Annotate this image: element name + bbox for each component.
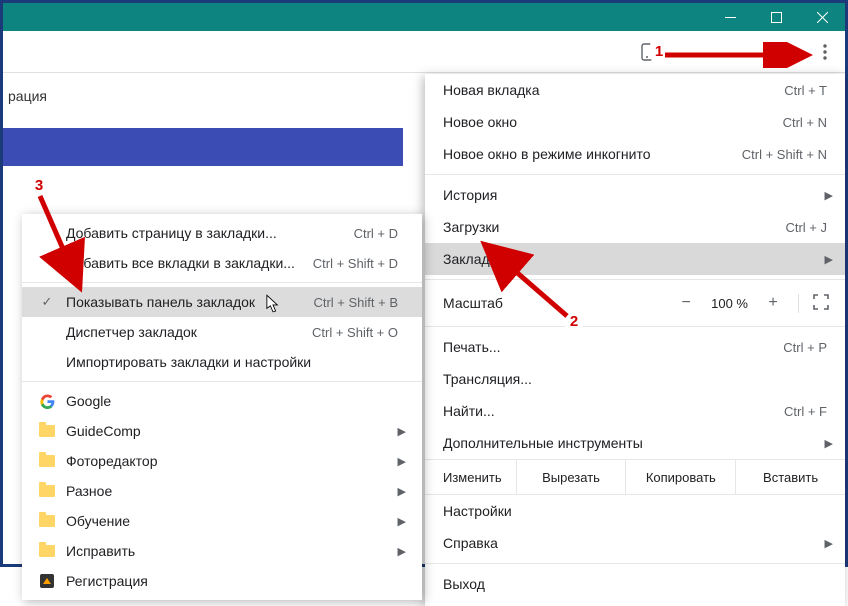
chevron-right-icon: ▶ [825,537,833,550]
menu-help[interactable]: Справка▶ [425,527,845,559]
background-text: рация [8,88,47,104]
bookmark-folder[interactable]: Обучение▶ [22,506,422,536]
window-close-button[interactable] [799,3,845,31]
menu-zoom: Масштаб − 100 % + [425,284,845,322]
main-menu: Новая вкладкаCtrl + T Новое окноCtrl + N… [425,74,845,606]
bookmark-item-google[interactable]: Google [22,386,422,416]
chevron-right-icon: ▶ [398,545,406,558]
folder-icon [38,425,56,437]
submenu-add-page[interactable]: Добавить страницу в закладки...Ctrl + D [22,218,422,248]
zoom-value: 100 % [711,296,748,311]
bookmark-folder[interactable]: GuideComp▶ [22,416,422,446]
site-icon [38,574,56,588]
bookmark-folder[interactable]: Фоторедактор▶ [22,446,422,476]
submenu-import-bookmarks[interactable]: Импортировать закладки и настройки [22,347,422,377]
menu-incognito[interactable]: Новое окно в режиме инкогнитоCtrl + Shif… [425,138,845,170]
menu-exit[interactable]: Выход [425,568,845,600]
menu-print[interactable]: Печать...Ctrl + P [425,331,845,363]
fullscreen-button[interactable] [798,294,835,313]
menu-downloads[interactable]: ЗагрузкиCtrl + J [425,211,845,243]
menu-cast[interactable]: Трансляция... [425,363,845,395]
window-maximize-button[interactable] [753,3,799,31]
background-panel [3,128,403,166]
chevron-right-icon: ▶ [398,515,406,528]
bookmarks-submenu: Добавить страницу в закладки...Ctrl + D … [22,214,422,600]
browser-toolbar [3,31,845,73]
folder-icon [38,485,56,497]
folder-icon [38,515,56,527]
zoom-in-button[interactable]: + [762,294,784,312]
menu-find[interactable]: Найти...Ctrl + F [425,395,845,427]
bookmark-item[interactable]: Регистрация [22,566,422,596]
annotation-2: 2 [565,312,583,330]
zoom-out-button[interactable]: − [675,294,697,312]
chevron-right-icon: ▶ [825,189,833,202]
menu-history[interactable]: История▶ [425,179,845,211]
edit-cut-button[interactable]: Вырезать [516,460,626,494]
menu-bookmarks[interactable]: Закладки▶ [425,243,845,275]
window-minimize-button[interactable] [707,3,753,31]
annotation-3: 3 [30,176,48,194]
google-icon [38,394,56,409]
edit-paste-button[interactable]: Вставить [735,460,845,494]
folder-icon [38,455,56,467]
menu-new-window[interactable]: Новое окноCtrl + N [425,106,845,138]
menu-new-tab[interactable]: Новая вкладкаCtrl + T [425,74,845,106]
submenu-show-bookmarks-bar[interactable]: ✓Показывать панель закладокCtrl + Shift … [22,287,422,317]
folder-icon [38,545,56,557]
chevron-right-icon: ▶ [398,455,406,468]
annotation-1: 1 [650,42,668,60]
check-icon: ✓ [38,294,56,310]
submenu-bookmark-manager[interactable]: Диспетчер закладокCtrl + Shift + O [22,317,422,347]
menu-button[interactable] [811,38,839,66]
edit-copy-button[interactable]: Копировать [625,460,735,494]
menu-more-tools[interactable]: Дополнительные инструменты▶ [425,427,845,459]
menu-edit-row: Изменить Вырезать Копировать Вставить [425,459,845,495]
chevron-right-icon: ▶ [825,437,833,450]
submenu-add-all[interactable]: Добавить все вкладки в закладки...Ctrl +… [22,248,422,278]
menu-settings[interactable]: Настройки [425,495,845,527]
window-titlebar [3,3,845,31]
bookmark-folder[interactable]: Разное▶ [22,476,422,506]
chevron-right-icon: ▶ [825,253,833,266]
bookmark-folder[interactable]: Исправить▶ [22,536,422,566]
chevron-right-icon: ▶ [398,485,406,498]
star-icon[interactable] [773,38,801,66]
chevron-right-icon: ▶ [398,425,406,438]
